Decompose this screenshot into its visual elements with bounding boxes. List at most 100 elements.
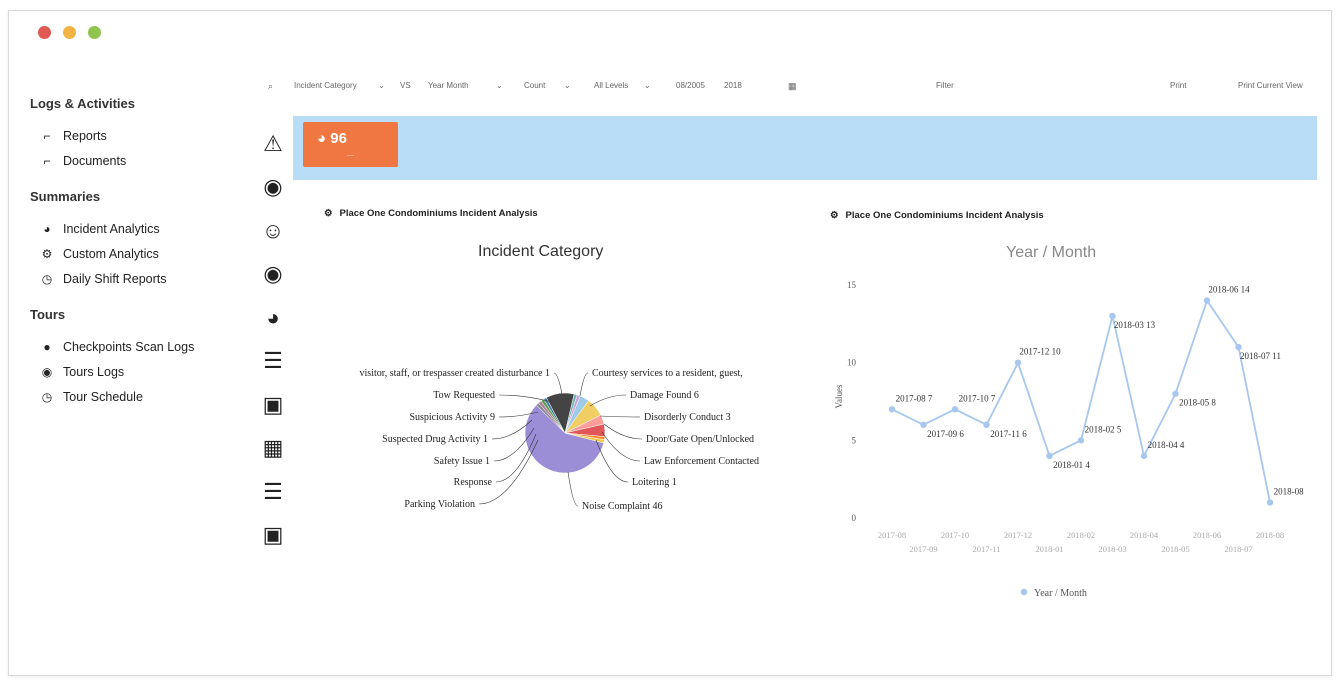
sidebar-item-tour-schedule[interactable]: ◷ Tour Schedule — [30, 384, 250, 409]
cogs-icon: ⚙ — [324, 208, 333, 219]
print-button[interactable]: Print — [1170, 81, 1186, 90]
calendar-icon[interactable]: ▣ — [258, 383, 288, 427]
pie-leader-line — [589, 394, 627, 407]
clock-icon: ◷ — [41, 389, 53, 404]
globe-icon[interactable]: ◉ — [258, 253, 288, 297]
chevron-down-icon: ⌄ — [564, 81, 571, 90]
user-icon[interactable]: ☺ — [258, 209, 288, 253]
kpi-value-row: ◕ 96 — [317, 130, 347, 147]
levels-select[interactable]: All Levels — [594, 81, 628, 90]
point-label: 2018-05 8 — [1179, 398, 1216, 408]
sidebar-item-custom-analytics[interactable]: ⚙ Custom Analytics — [30, 241, 250, 266]
data-point[interactable] — [1203, 297, 1211, 304]
pivot-toolbar: ⌕ Incident Category ⌄ VS Year Month ⌄ Co… — [268, 79, 1318, 95]
pie-label: Law Enforcement Contacted — [644, 456, 759, 467]
kpi-caption: — — [347, 152, 354, 159]
data-point[interactable] — [1172, 390, 1179, 397]
close-window-button[interactable] — [38, 26, 51, 39]
pie-icon: ◕ — [317, 130, 327, 147]
building-icon[interactable]: ▦ — [258, 427, 288, 471]
sidebar: Logs & Activities ⌐ Reports ⌐ Documents … — [30, 96, 250, 425]
search-icon[interactable]: ⌕ — [268, 81, 273, 92]
chevron-down-icon: ⌄ — [644, 81, 651, 90]
pie-label: Damage Found 6 — [630, 390, 699, 401]
data-point[interactable] — [1109, 312, 1116, 320]
filter-button[interactable]: Filter — [936, 81, 954, 90]
file-icon: ⌐ — [43, 128, 51, 143]
sidebar-item-incident-analytics[interactable]: ◕ Incident Analytics — [30, 216, 250, 241]
print-current-view-button[interactable]: Print Current View — [1238, 81, 1303, 90]
section-title: Logs & Activities — [30, 96, 135, 111]
point-label: 2018-07 11 — [1240, 351, 1281, 361]
right-panel-title: Place One Condominiums Incident Analysis — [845, 210, 1044, 221]
sidebar-item-reports[interactable]: ⌐ Reports — [30, 123, 250, 148]
warning-icon[interactable]: ⚠ — [258, 122, 288, 166]
point-label: 2017-12 10 — [1019, 347, 1061, 357]
point-label: 2018-03 13 — [1114, 320, 1156, 330]
data-point[interactable] — [983, 421, 990, 428]
sidebar-item-tours-logs[interactable]: ◉ Tours Logs — [30, 359, 250, 384]
x-tick-label: 2017-09 — [909, 544, 937, 554]
pie-label: Door/Gate Open/Unlocked — [646, 434, 754, 445]
pie-label: Suspicious Activity 9 — [409, 412, 495, 423]
y-tick-label: 0 — [852, 513, 857, 523]
data-point[interactable] — [1235, 343, 1242, 351]
list-icon[interactable]: ☰ — [258, 470, 288, 514]
row-field-select[interactable]: Incident Category — [294, 81, 357, 90]
data-point[interactable] — [1014, 359, 1022, 366]
data-point[interactable] — [1077, 437, 1085, 444]
data-point[interactable] — [1140, 452, 1148, 460]
sidebar-item-checkpoints-scan-logs[interactable]: ● Checkpoints Scan Logs — [30, 334, 250, 359]
cogs-icon: ⚙ — [41, 246, 53, 261]
pie-label: Courtesy services to a resident, guest, — [592, 368, 743, 379]
pie-icon[interactable]: ◕ — [258, 296, 288, 340]
minimize-window-button[interactable] — [63, 26, 76, 39]
chevron-down-icon: ⌄ — [378, 81, 385, 90]
point-label: 2018-08 1 — [1274, 486, 1304, 496]
x-tick-label: 2018-08 — [1256, 530, 1284, 540]
sidebar-item-label: Documents — [63, 153, 127, 168]
calendar-icon[interactable]: ▦ — [788, 81, 797, 92]
column-field-select[interactable]: Year Month — [428, 81, 469, 90]
point-label: 2017-11 6 — [990, 429, 1027, 439]
x-tick-label: 2017-10 — [941, 530, 969, 540]
y-tick-label: 15 — [847, 280, 857, 290]
sidebar-item-daily-shift-reports[interactable]: ◷ Daily Shift Reports — [30, 266, 250, 291]
x-tick-label: 2018-06 — [1193, 530, 1221, 540]
point-label: 2018-02 5 — [1085, 424, 1122, 434]
data-point[interactable] — [920, 421, 927, 428]
pie-leader-line — [599, 415, 641, 418]
legend-label[interactable]: Year / Month — [1034, 588, 1087, 599]
y-tick-label: 10 — [847, 358, 857, 368]
x-tick-label: 2018-02 — [1067, 530, 1095, 540]
data-point[interactable] — [1266, 499, 1274, 506]
aggregate-select[interactable]: Count — [524, 81, 545, 90]
data-point[interactable] — [951, 406, 959, 413]
sidebar-item-label: Tours Logs — [63, 364, 125, 379]
file-icon: ⌐ — [43, 153, 51, 168]
data-point[interactable] — [888, 406, 896, 413]
x-tick-label: 2017-08 — [878, 530, 906, 540]
y-tick-label: 5 — [852, 435, 857, 445]
point-label: 2017-08 7 — [896, 393, 933, 403]
point-label: 2018-01 4 — [1053, 460, 1090, 470]
pie-label: Response — [454, 477, 493, 488]
date-to-input[interactable]: 2018 — [724, 81, 742, 90]
list-icon[interactable]: ☰ — [258, 340, 288, 384]
kpi-tile[interactable]: ◕ 96 — — [303, 122, 398, 167]
calendar-icon[interactable]: ▣ — [258, 514, 288, 558]
line-chart-title: Year / Month — [1006, 244, 1097, 261]
sidebar-item-label: Reports — [63, 128, 107, 143]
maximize-window-button[interactable] — [88, 26, 101, 39]
sidebar-item-documents[interactable]: ⌐ Documents — [30, 148, 250, 173]
sidebar-section-tours: Tours ● Checkpoints Scan Logs ◉ Tours Lo… — [30, 307, 250, 409]
sidebar-section-summaries: Summaries ◕ Incident Analytics ⚙ Custom … — [30, 189, 250, 291]
globe-icon[interactable]: ◉ — [258, 166, 288, 210]
pie-label: Loitering 1 — [632, 477, 677, 488]
date-from-input[interactable]: 08/2005 — [676, 81, 705, 90]
circle-icon: ● — [43, 339, 51, 354]
pie-label: Disorderly Conduct 3 — [644, 412, 731, 423]
section-title: Summaries — [30, 189, 101, 204]
data-point[interactable] — [1046, 452, 1053, 460]
point-label: 2017-10 7 — [959, 393, 996, 403]
